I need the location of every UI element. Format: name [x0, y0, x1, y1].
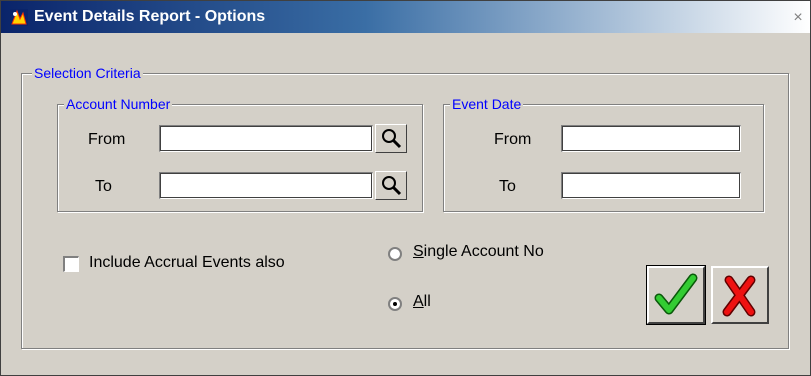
event-date-from-label: From: [494, 131, 532, 148]
single-account-mnemonic: S: [413, 243, 424, 260]
ok-button[interactable]: [646, 265, 706, 325]
red-x-icon: [722, 275, 756, 317]
all-label[interactable]: All: [413, 293, 431, 311]
account-from-lov-button[interactable]: [375, 124, 407, 153]
app-icon: [10, 9, 28, 26]
all-radio[interactable]: [388, 297, 402, 311]
include-accrual-checkbox[interactable]: [63, 256, 79, 272]
event-date-legend: Event Date: [450, 96, 524, 112]
title-bar[interactable]: Event Details Report - Options ×: [1, 1, 810, 33]
single-account-radio[interactable]: [388, 247, 402, 261]
all-label-rest: ll: [423, 293, 431, 310]
window-title: Event Details Report - Options: [34, 8, 266, 25]
magnifier-icon: [382, 129, 402, 149]
close-icon[interactable]: ×: [790, 10, 806, 26]
selection-criteria-legend: Selection Criteria: [32, 65, 143, 81]
event-details-report-options-window: Event Details Report - Options × Selecti…: [0, 0, 811, 376]
event-date-to-input[interactable]: [561, 172, 741, 199]
radio-selected-dot: [393, 302, 397, 306]
magnifier-icon: [382, 176, 402, 196]
account-from-input[interactable]: [159, 125, 373, 152]
account-to-lov-button[interactable]: [375, 171, 407, 200]
account-to-input[interactable]: [159, 172, 373, 199]
account-number-legend: Account Number: [64, 96, 173, 112]
single-account-label-rest: ingle Account No: [423, 243, 544, 260]
green-check-icon: [654, 273, 698, 315]
single-account-label[interactable]: Single Account No: [413, 243, 544, 261]
account-to-label: To: [95, 178, 112, 195]
account-from-label: From: [88, 131, 126, 148]
include-accrual-label: Include Accrual Events also: [89, 254, 285, 271]
event-date-to-label: To: [499, 178, 516, 195]
event-date-from-input[interactable]: [561, 125, 741, 152]
all-mnemonic: A: [413, 293, 424, 310]
cancel-button[interactable]: [711, 266, 769, 324]
